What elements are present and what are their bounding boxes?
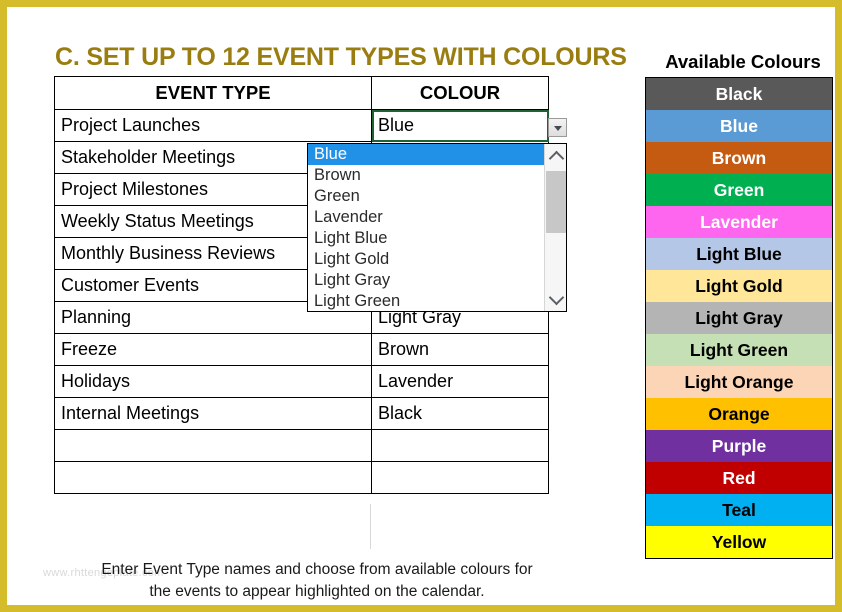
colour-swatch: Light Green: [646, 334, 832, 366]
dropdown-option[interactable]: Light Blue: [308, 228, 544, 249]
colour-swatch: Yellow: [646, 526, 832, 558]
cell-colour[interactable]: Brown: [371, 333, 549, 366]
table-row: Internal Meetings Black: [54, 397, 549, 430]
cell-colour[interactable]: Blue: [371, 109, 549, 142]
header-event-type: EVENT TYPE: [54, 76, 372, 110]
scroll-up-arrow-icon[interactable]: [545, 144, 567, 168]
cell-event-type[interactable]: Project Launches: [54, 109, 372, 142]
dropdown-option[interactable]: Light Gold: [308, 249, 544, 270]
scroll-down-arrow-icon[interactable]: [545, 287, 567, 311]
grid-extension-line: [370, 504, 371, 549]
table-row: [54, 429, 549, 462]
footer-instructions: Enter Event Type names and choose from a…: [47, 559, 587, 603]
colour-swatch: Teal: [646, 494, 832, 526]
table-row: Freeze Brown: [54, 333, 549, 366]
scrollbar-thumb[interactable]: [546, 171, 566, 233]
cell-event-type[interactable]: Internal Meetings: [54, 397, 372, 430]
cell-event-type[interactable]: Freeze: [54, 333, 372, 366]
cell-colour[interactable]: Lavender: [371, 365, 549, 398]
colour-dropdown-button[interactable]: [548, 118, 567, 137]
colour-swatch: Blue: [646, 110, 832, 142]
colour-swatch: Green: [646, 174, 832, 206]
footer-line-1: Enter Event Type names and choose from a…: [101, 561, 533, 578]
colour-swatch: Purple: [646, 430, 832, 462]
table-row: [54, 461, 549, 494]
colour-dropdown-list[interactable]: Blue Brown Green Lavender Light Blue Light Go…: [307, 143, 567, 312]
cell-colour[interactable]: [371, 461, 549, 494]
chevron-down-icon: [553, 125, 562, 131]
cell-colour[interactable]: [371, 429, 549, 462]
page-frame: C. SET UP TO 12 EVENT TYPES WITH COLOURS…: [0, 0, 842, 612]
table-header-row: EVENT TYPE COLOUR: [54, 76, 549, 110]
colour-swatch: Red: [646, 462, 832, 494]
dropdown-option[interactable]: Green: [308, 186, 544, 207]
colour-swatch: Light Orange: [646, 366, 832, 398]
colour-swatch: Black: [646, 78, 832, 110]
colour-swatch: Light Gold: [646, 270, 832, 302]
colour-swatch: Lavender: [646, 206, 832, 238]
cell-event-type[interactable]: Holidays: [54, 365, 372, 398]
available-colours-heading: Available Colours: [665, 51, 821, 72]
cell-colour[interactable]: Black: [371, 397, 549, 430]
cell-event-type[interactable]: [54, 429, 372, 462]
table-row: Holidays Lavender: [54, 365, 549, 398]
colour-swatch: Light Gray: [646, 302, 832, 334]
dropdown-option[interactable]: Lavender: [308, 207, 544, 228]
available-colours-list: Black Blue Brown Green Lavender Light Blue Lig…: [645, 77, 833, 559]
header-colour: COLOUR: [371, 76, 549, 110]
dropdown-option[interactable]: Brown: [308, 165, 544, 186]
dropdown-option[interactable]: Blue: [308, 144, 544, 165]
colour-swatch: Orange: [646, 398, 832, 430]
colour-swatch: Brown: [646, 142, 832, 174]
dropdown-scrollbar[interactable]: [544, 144, 566, 311]
colour-swatch: Light Blue: [646, 238, 832, 270]
page-title: C. SET UP TO 12 EVENT TYPES WITH COLOURS: [55, 43, 627, 71]
table-row: Project Launches Blue: [54, 109, 549, 142]
dropdown-option[interactable]: Light Green: [308, 291, 544, 311]
dropdown-option[interactable]: Light Gray: [308, 270, 544, 291]
dropdown-options[interactable]: Blue Brown Green Lavender Light Blue Light Go…: [308, 144, 544, 311]
cell-event-type[interactable]: [54, 461, 372, 494]
footer-line-2: the events to appear highlighted on the …: [149, 583, 485, 600]
